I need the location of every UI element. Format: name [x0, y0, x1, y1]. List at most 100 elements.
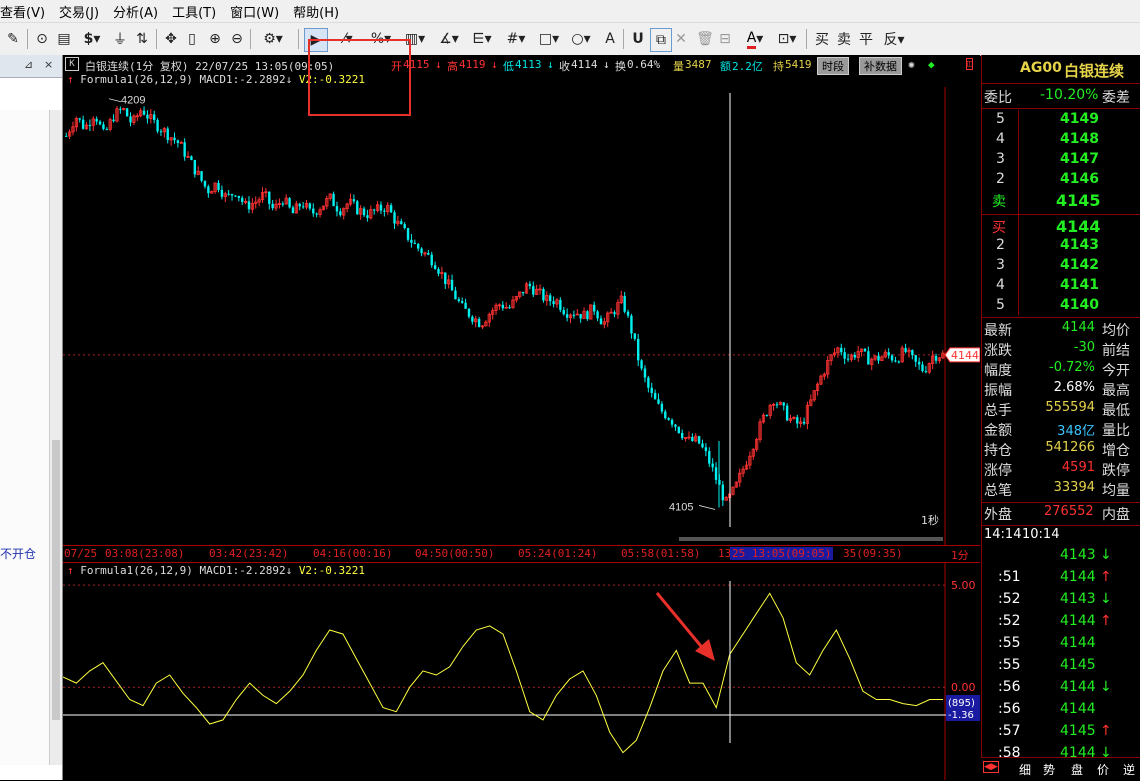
tab-price[interactable]: 价 [1097, 761, 1109, 778]
magnet-icon[interactable]: U [628, 28, 648, 50]
candle [691, 436, 694, 441]
ask-price[interactable]: 4147 [1060, 151, 1099, 167]
candle [887, 352, 890, 356]
gear-icon[interactable]: ⚙▾ [256, 28, 290, 50]
lock-icon[interactable]: ⊟ [716, 28, 734, 50]
stat-right-label: 均价 [1102, 323, 1130, 339]
zoom-in-icon[interactable]: ⊕ [205, 28, 225, 50]
current-price-tag: 4144 [944, 347, 980, 363]
tab-detail[interactable]: 细 [1019, 761, 1031, 778]
tick-price: 4143 [1060, 547, 1096, 563]
move-icon[interactable]: ✥ [161, 28, 181, 50]
menu-view[interactable]: 查看(V) [0, 2, 52, 21]
sell-price[interactable]: 4145 [1056, 191, 1101, 210]
tab-book[interactable]: 盘 [1071, 761, 1083, 778]
stat-label: 持仓 [984, 443, 1012, 459]
indicator-chart[interactable]: 5.00 0.00 (895)-1.36 [63, 563, 980, 780]
candle [217, 182, 220, 190]
text-tool-icon[interactable]: A [600, 28, 620, 50]
up-arrow-icon: ↑ [1100, 613, 1112, 629]
menu-trade[interactable]: 交易(J) [52, 2, 106, 21]
grid-tool-icon[interactable]: #▾ [502, 28, 530, 50]
tab-trend[interactable]: 势 [1043, 761, 1055, 778]
ask-price[interactable]: 4148 [1060, 131, 1099, 147]
tick-row: :55 4144 [982, 634, 1140, 654]
period-button[interactable]: 时段 [817, 57, 849, 75]
candle [241, 197, 244, 202]
candle [166, 128, 169, 140]
candle [853, 355, 857, 358]
sidebar-scroll-thumb[interactable] [52, 440, 60, 720]
candle [288, 198, 291, 208]
sidebar-scrollbar[interactable] [50, 110, 62, 765]
sidebar-close-icon[interactable]: × [44, 58, 53, 71]
maximize-icon[interactable]: ◫ [966, 58, 974, 70]
chart-area[interactable]: K 白银连续(1分 复权) 22/07/25 13:05(09:05) 开 41… [63, 39, 980, 780]
ask-level: 2 [996, 171, 1005, 187]
menu-analysis[interactable]: 分析(A) [106, 2, 165, 21]
buy-price[interactable]: 4144 [1056, 217, 1101, 236]
save-icon[interactable]: ⊡▾ [772, 28, 802, 50]
sell-button[interactable]: 卖 [834, 28, 854, 50]
trash-icon[interactable]: 🗑 [696, 28, 714, 50]
tab-reverse[interactable]: 逆 [1123, 761, 1135, 778]
prev-icon[interactable]: ◀▶ [983, 761, 999, 773]
pin-icon[interactable]: ⊿ [24, 58, 33, 71]
candle [335, 206, 339, 212]
bid-price[interactable]: 4141 [1060, 277, 1099, 293]
ellipse-tool-icon[interactable]: ○▾ [566, 28, 596, 50]
chart-scrollbar[interactable] [679, 537, 943, 541]
chart-type-badge[interactable]: K [65, 57, 79, 71]
candlestick-chart[interactable]: 4209 4105 4144 1秒 [63, 87, 980, 545]
ask-price[interactable]: 4146 [1060, 171, 1099, 187]
play-icon[interactable]: ⊙ [32, 28, 52, 50]
fill-data-button[interactable]: 补数据 [859, 57, 902, 75]
time-label: 07/25 [64, 547, 98, 560]
ruler-icon[interactable]: ▯ [183, 28, 201, 50]
time-label: 04:16(00:16) [313, 547, 393, 560]
candle [586, 311, 589, 320]
turnover-label: 换 [615, 60, 626, 73]
stat-right-label: 量比 [1102, 423, 1130, 439]
tick-price: 4144 [1060, 701, 1096, 717]
filter-icon[interactable]: ⏚ [110, 28, 130, 50]
font-color-icon[interactable]: A ▾ [740, 28, 770, 50]
candle [410, 239, 413, 243]
candle [542, 289, 545, 301]
buy-button[interactable]: 买 [812, 28, 832, 50]
candle [596, 311, 599, 319]
diamond-icon[interactable]: ◆ [928, 58, 935, 71]
compare-icon[interactable]: ⇅ [132, 28, 152, 50]
angle-tool-icon[interactable]: ∡▾ [434, 28, 464, 50]
candle [802, 421, 806, 424]
tick-time: :57 [998, 723, 1021, 739]
close-icon[interactable]: ✕ [672, 28, 690, 50]
copy-icon[interactable]: ⧉ [650, 28, 672, 52]
candle [271, 203, 274, 209]
tick-price: 4144 [1060, 569, 1096, 585]
high-value: 4119 [459, 58, 486, 71]
menu-tools[interactable]: 工具(T) [165, 2, 223, 21]
tick-row: :51 4144 ↑ [982, 568, 1140, 588]
candle [366, 215, 369, 218]
zoom-out-icon[interactable]: ⊖ [227, 28, 247, 50]
bid-price[interactable]: 4140 [1060, 297, 1099, 313]
candle [417, 243, 420, 249]
bid-price[interactable]: 4142 [1060, 257, 1099, 273]
hlines-tool-icon[interactable]: ⋿▾ [468, 28, 496, 50]
reverse-button[interactable]: 反▾ [878, 28, 910, 50]
indicator-current-label: -1.36 [948, 710, 974, 721]
page-icon[interactable]: ▤ [54, 28, 74, 50]
ask-price[interactable]: 4149 [1060, 111, 1099, 127]
edit-icon[interactable]: ✎ [3, 28, 23, 50]
bid-price[interactable]: 4143 [1060, 237, 1099, 253]
tick-price: 4145 [1060, 657, 1096, 673]
flat-button[interactable]: 平 [856, 28, 876, 50]
settings-icon[interactable]: ✺ [908, 58, 915, 71]
menu-window[interactable]: 窗口(W) [223, 2, 286, 21]
bid-level: 2 [996, 237, 1005, 253]
rect-tool-icon[interactable]: □▾ [534, 28, 564, 50]
candle [142, 110, 146, 115]
dollar-icon[interactable]: $▾ [78, 28, 106, 50]
menu-help[interactable]: 帮助(H) [286, 2, 346, 21]
